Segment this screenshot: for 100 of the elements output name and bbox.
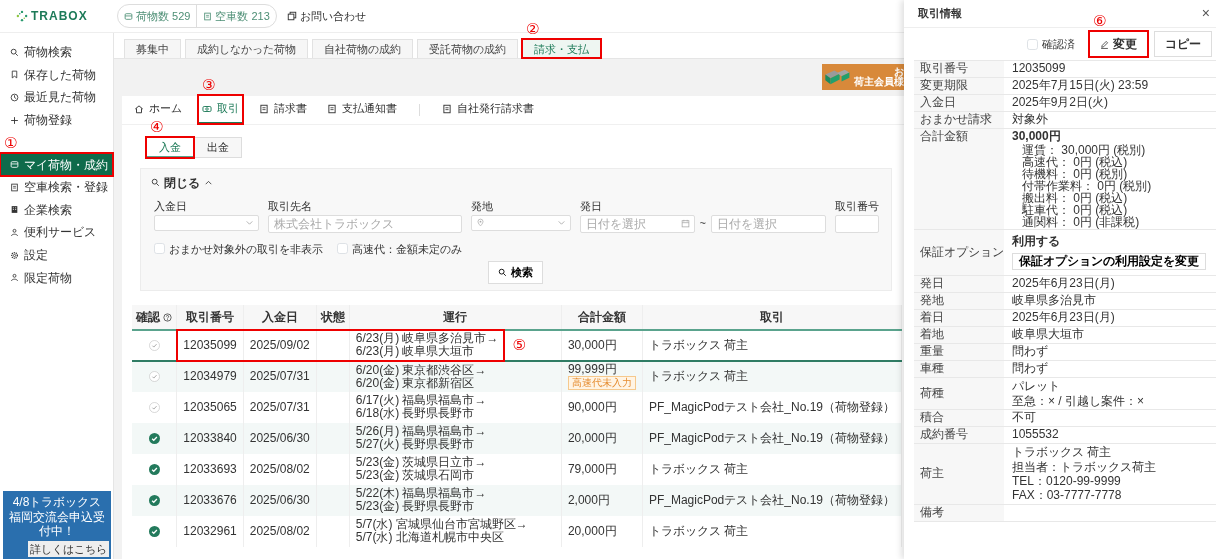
annotation-box bbox=[145, 135, 195, 159]
detail-value: 2025年6月23日(月) bbox=[1012, 277, 1115, 292]
tab[interactable]: 募集中 bbox=[124, 39, 181, 59]
copy-button[interactable]: コピー bbox=[1154, 31, 1212, 57]
chevron-down-icon bbox=[556, 218, 566, 228]
sidebar-item[interactable]: 企業検索 bbox=[0, 198, 113, 222]
check-outline-icon[interactable] bbox=[148, 339, 160, 351]
subtab[interactable]: 自社発行請求書 bbox=[438, 95, 538, 124]
date-field[interactable]: 日付を選択 bbox=[711, 214, 826, 233]
input-field[interactable] bbox=[835, 214, 879, 233]
table-row[interactable]: 12033676 2025/06/30 5/22(木) 福島県福島市→ 5/23(金) 長野県長野市 2,000円 PF_MagicPodテスト会社_No.19（荷物登録） bbox=[132, 484, 902, 516]
annotation-box bbox=[197, 94, 244, 125]
select-field[interactable] bbox=[154, 214, 259, 231]
detail-label: 着地 bbox=[914, 327, 1004, 344]
route-text: 5/22(木) 福島県福島市→ 5/23(金) 長野県長野市 bbox=[355, 487, 487, 514]
table-row[interactable]: 12033693 2025/08/02 5/23(金) 茨城県日立市→ 5/23(金) 茨城県石岡市 79,000円 トラボックス 荷主 bbox=[132, 453, 902, 485]
select-field[interactable] bbox=[470, 214, 571, 231]
close-button[interactable]: × bbox=[1201, 3, 1210, 24]
table-cell: 12033676 bbox=[176, 484, 244, 516]
detail-value: 岐阜県多治見市 bbox=[1012, 294, 1096, 309]
sidebar-item[interactable]: 荷物登録 bbox=[0, 108, 113, 132]
sidebar-item[interactable]: 荷物検索 bbox=[0, 41, 113, 64]
table-cell: 30,000円 bbox=[561, 329, 643, 361]
column-header: 合計金額 bbox=[561, 304, 643, 330]
route-text: 6/20(金) 東京都渋谷区→ 6/20(金) 東京都新宿区 bbox=[355, 363, 487, 390]
detail-value: 2025年9月2日(火) bbox=[1012, 96, 1109, 110]
clock-icon bbox=[10, 93, 19, 102]
document-icon bbox=[10, 182, 19, 192]
field-label: 取引番号 bbox=[835, 199, 879, 213]
tab[interactable]: 自社荷物の成約 bbox=[312, 39, 413, 59]
details-link[interactable]: 詳しくはこちら bbox=[28, 540, 109, 557]
detail-label: 保証オプション bbox=[914, 229, 1004, 276]
detail-value: パレット 至急：× / 引越し案件：× bbox=[1012, 379, 1145, 409]
toggle-button[interactable]: 出金 bbox=[194, 136, 242, 158]
checkbox[interactable] bbox=[337, 243, 348, 255]
checkbox[interactable] bbox=[154, 243, 165, 255]
detail-label: おまかせ請求 bbox=[914, 112, 1004, 128]
sidebar-item[interactable]: 最近見た荷物 bbox=[0, 86, 113, 109]
subtab[interactable]: 請求書 bbox=[255, 95, 311, 124]
check-circle-icon[interactable] bbox=[148, 463, 160, 475]
table-row[interactable]: 12035065 2025/07/31 6/17(火) 福島県福島市→ 6/18(水) 長野県長野市 90,000円 PF_MagicPodテスト会社_No.19（荷物登録） bbox=[132, 391, 902, 423]
table-cell: 2025/06/30 bbox=[243, 422, 317, 454]
table-row[interactable]: 12034979 2025/07/31 6/20(金) 東京都渋谷区→ 6/20(金) 東京都新宿区 99,999円 高速代未入力 トラボックス 荷主 bbox=[132, 360, 902, 392]
check-circle-icon[interactable] bbox=[148, 525, 160, 537]
sidebar-item[interactable]: 設定 bbox=[0, 243, 113, 267]
date-field[interactable]: 日付を選択 bbox=[579, 214, 695, 233]
table-cell: 2025/06/30 bbox=[243, 484, 317, 516]
sidebar-item[interactable]: 空車検索・登録 bbox=[0, 175, 113, 199]
route-text: 5/23(金) 茨城県日立市→ 5/23(金) 茨城県石岡市 bbox=[355, 456, 487, 483]
box-icon bbox=[124, 11, 133, 21]
banner-text: 4/8トラボックス 福岡交流会申込受付中！ bbox=[8, 495, 106, 539]
detail-label: 荷種 bbox=[914, 378, 1004, 410]
option-settings-button[interactable]: 保証オプションの利用設定を変更 bbox=[1012, 252, 1206, 271]
detail-label: 発地 bbox=[914, 293, 1004, 310]
table-cell: 12034979 bbox=[176, 360, 244, 392]
logo-text: TRABOX bbox=[31, 8, 88, 25]
tab[interactable]: 受託荷物の成約 bbox=[417, 39, 518, 59]
calendar-icon bbox=[680, 218, 690, 228]
sidebar-item[interactable]: 限定荷物 bbox=[0, 266, 113, 289]
table-cell: 2,000円 bbox=[561, 484, 643, 516]
column-header: 確認 bbox=[132, 304, 177, 330]
sidebar-item[interactable]: 保存した荷物 bbox=[0, 63, 113, 87]
annotation-box bbox=[1088, 30, 1149, 58]
table-row[interactable]: 12033840 2025/06/30 5/26(月) 福島県福島市→ 5/27(火) 長野県長野市 20,000円 PF_MagicPodテスト会社_No.19（荷物登録） bbox=[132, 422, 902, 454]
promo-banner[interactable]: 4/8トラボックス 福岡交流会申込受付中！ 詳しくはこちら bbox=[3, 491, 111, 559]
table-cell: 79,000円 bbox=[561, 453, 643, 485]
pencil-icon bbox=[1100, 39, 1109, 49]
detail-value: 1055532 bbox=[1012, 428, 1059, 443]
collapse-toggle[interactable]: 閉じる bbox=[151, 173, 213, 192]
detail-label: 車種 bbox=[914, 361, 1004, 378]
column-header: 取引 bbox=[642, 304, 902, 330]
annotation-number: ② bbox=[526, 22, 540, 37]
route-text: 5/7(水) 宮城県仙台市宮城野区→ 5/7(水) 北海道札幌市中央区 bbox=[355, 518, 528, 545]
input-field[interactable]: 株式会社トラボックス bbox=[268, 214, 462, 233]
detail-label: 積合 bbox=[914, 410, 1004, 427]
table-cell: PF_MagicPodテスト会社_No.19（荷物登録） bbox=[642, 484, 902, 516]
annotation-number: ④ bbox=[150, 119, 164, 135]
field-label: 取引先名 bbox=[268, 199, 313, 213]
column-header: 運行 bbox=[349, 304, 562, 330]
detail-value: 2025年7月15日(火) 23:59 bbox=[1012, 79, 1149, 93]
checkbox-label: おまかせ対象外の取引を非表示 bbox=[169, 241, 323, 257]
sidebar-item[interactable]: 便利サービス bbox=[0, 221, 113, 244]
check-outline-icon[interactable] bbox=[148, 401, 160, 413]
table-cell: 90,000円 bbox=[561, 391, 643, 423]
subtab[interactable]: 取引 bbox=[198, 95, 243, 124]
table-cell: 2025/07/31 bbox=[243, 391, 317, 423]
check-circle-icon[interactable] bbox=[148, 494, 160, 506]
contact-link[interactable]: お問い合わせ bbox=[286, 7, 366, 25]
detail-label: 変更期限 bbox=[914, 78, 1004, 94]
panel-title: 取引情報 bbox=[918, 6, 962, 22]
check-circle-icon[interactable] bbox=[148, 432, 160, 444]
detail-label: 成約番号 bbox=[914, 427, 1004, 444]
table-row[interactable]: 12032961 2025/08/02 5/7(水) 宮城県仙台市宮城野区→ 5/7(水) 北海道札幌市中央区 20,000円 トラボックス 荷主 bbox=[132, 515, 902, 547]
check-outline-icon[interactable] bbox=[148, 371, 160, 383]
banknote-icon bbox=[202, 103, 212, 114]
tab[interactable]: 成約しなかった荷物 bbox=[185, 39, 308, 59]
logo-icon bbox=[16, 10, 28, 22]
search-button[interactable]: 検索 bbox=[487, 261, 543, 284]
subtab[interactable]: 支払通知書 bbox=[323, 95, 401, 124]
checkbox[interactable] bbox=[1027, 38, 1038, 50]
